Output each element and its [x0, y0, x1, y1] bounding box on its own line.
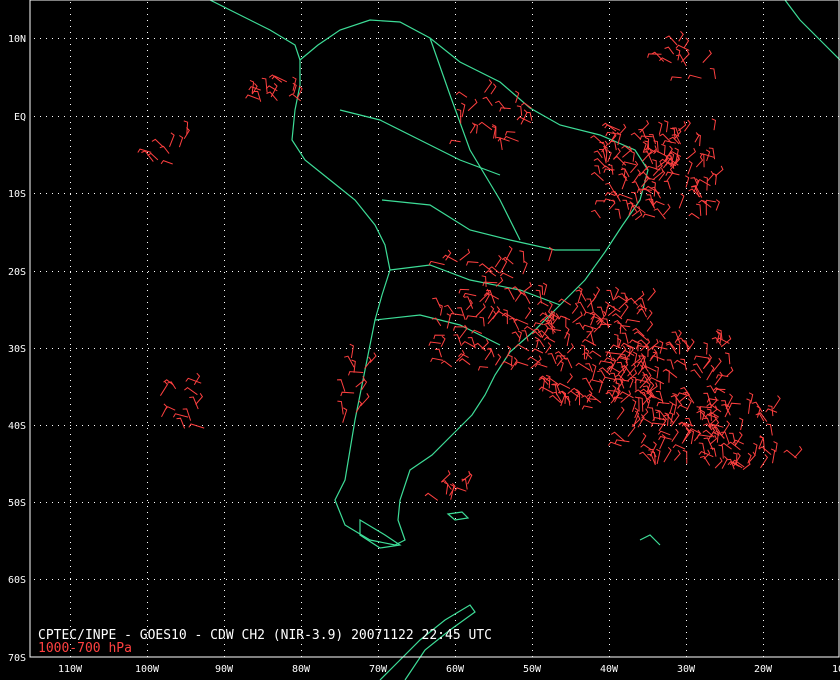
lon-label: 100W — [135, 664, 160, 675]
lon-label: 30W — [677, 664, 696, 675]
lon-label: 80W — [292, 664, 311, 675]
lat-label: 10N — [8, 34, 26, 45]
lon-label: 70W — [369, 664, 388, 675]
lat-label: 70S — [8, 653, 26, 664]
pressure-level-label: 1000-700 hPa — [38, 641, 132, 656]
lon-label: 110W — [58, 664, 83, 675]
lon-label: 90W — [215, 664, 234, 675]
lat-label: 60S — [8, 575, 26, 586]
lon-label: 60W — [446, 664, 465, 675]
lat-label: 10S — [8, 189, 26, 200]
lon-label: 10 — [832, 664, 840, 675]
lat-label: 20S — [8, 267, 26, 278]
lon-label: 40W — [600, 664, 619, 675]
lat-label: 50S — [8, 498, 26, 509]
lat-label: EQ — [14, 112, 26, 123]
lon-label: 20W — [754, 664, 773, 675]
lat-label: 30S — [8, 344, 26, 355]
lat-label: 40S — [8, 421, 26, 432]
wind-map: 10N EQ 10S 20S 30S 40S 50S 60S 70S 110W 100W 90W 80… — [0, 0, 840, 680]
lon-label: 50W — [523, 664, 542, 675]
